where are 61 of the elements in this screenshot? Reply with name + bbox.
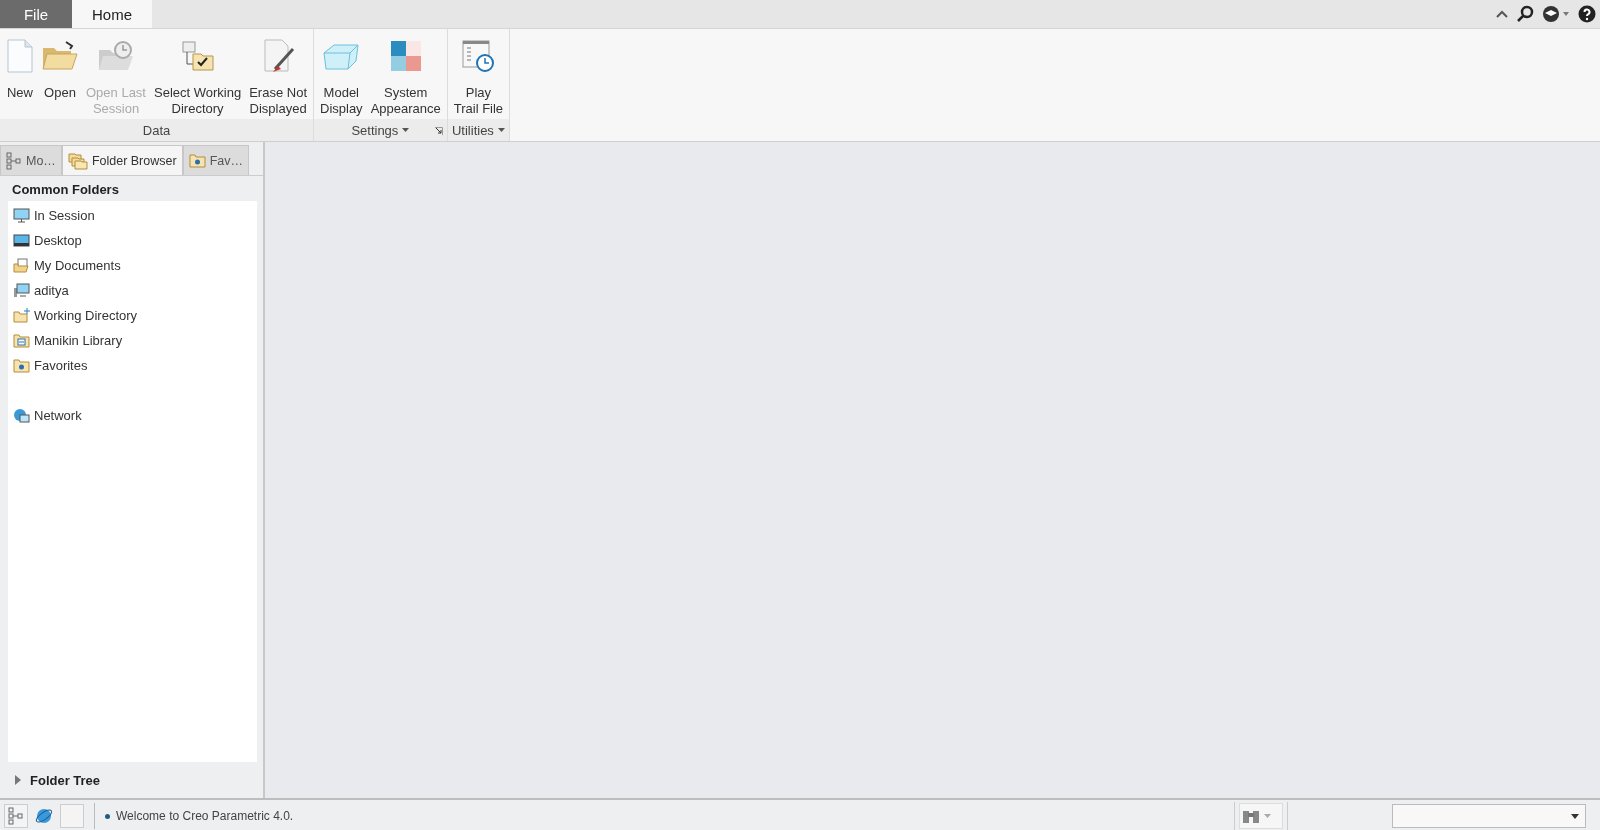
folder-item[interactable]: In Session (8, 203, 100, 228)
folders-icon (67, 151, 88, 170)
document-folder-icon (13, 258, 30, 273)
folder-sparkle-icon (13, 308, 30, 323)
folder-book-icon (13, 333, 30, 348)
find-button[interactable] (1239, 803, 1283, 829)
ribbon-command[interactable]: Select Working Directory (150, 33, 246, 119)
folder-tree-toggle[interactable]: Folder Tree (14, 772, 101, 788)
group-menu[interactable]: Utilities (451, 122, 505, 138)
favorites-folder-icon (13, 358, 30, 373)
monitor-icon (13, 208, 30, 223)
folder-icon (42, 40, 78, 72)
desktop-icon (13, 233, 30, 248)
tree-icon (6, 151, 22, 170)
folder-item[interactable]: My Documents (8, 253, 126, 278)
folder-item[interactable]: Desktop (8, 228, 87, 253)
panel-tab[interactable]: Folder Browser (61, 145, 183, 175)
ribbon-command[interactable]: New (2, 33, 38, 119)
binoculars-icon (1242, 808, 1260, 824)
search-icon[interactable] (1516, 5, 1534, 23)
caret-icon (1571, 813, 1579, 819)
folder-item[interactable]: Favorites (8, 353, 93, 378)
ribbon-command[interactable]: Open (38, 33, 82, 119)
status-message: Welcome to Creo Parametric 4.0. (116, 809, 294, 823)
ribbon-command[interactable]: Play Trail File (449, 33, 508, 119)
collapsed-icon (14, 775, 22, 785)
tree-icon (8, 807, 24, 825)
computer-icon (13, 283, 30, 298)
folder-clock-icon (98, 40, 134, 72)
group-menu[interactable]: Settings (351, 122, 410, 138)
caret-icon (1264, 814, 1271, 818)
help-icon[interactable] (1578, 5, 1596, 23)
caret-icon (402, 128, 410, 132)
ribbon-command[interactable]: System Appearance (366, 33, 445, 119)
launcher-icon[interactable] (434, 127, 443, 135)
eraser-document-icon (261, 39, 296, 73)
message-bullet-icon (105, 813, 110, 819)
graduation-cap-icon[interactable] (1542, 5, 1570, 23)
ribbon-command[interactable]: Erase Not Displayed (245, 33, 311, 119)
group-label: Data (142, 122, 171, 138)
caret-icon (497, 128, 505, 132)
color-squares-icon (390, 41, 421, 71)
collapse-icon[interactable] (1496, 10, 1508, 18)
panel-tab[interactable]: Fav… (182, 145, 249, 175)
folder-check-icon (180, 40, 215, 72)
tree-toggle-button[interactable] (4, 804, 28, 828)
folder-item[interactable]: Manikin Library (8, 328, 128, 353)
globe-monitor-icon (13, 407, 30, 424)
folder-item[interactable]: Working Directory (8, 303, 143, 328)
globe-icon (35, 807, 53, 825)
favorites-folder-icon (188, 153, 206, 168)
folder-item[interactable]: aditya (8, 278, 74, 303)
ribbon-command[interactable]: Model Display (316, 33, 367, 119)
ribbon-tab[interactable]: Home (72, 0, 152, 28)
block-icon (322, 41, 361, 71)
trail-file-icon (461, 39, 496, 73)
ribbon-tab[interactable]: File (0, 0, 72, 28)
section-title: Common Folders (11, 181, 120, 199)
folder-item[interactable]: Network (8, 403, 87, 428)
panel-tab[interactable]: Mo… (0, 145, 62, 175)
document-icon (6, 39, 34, 73)
